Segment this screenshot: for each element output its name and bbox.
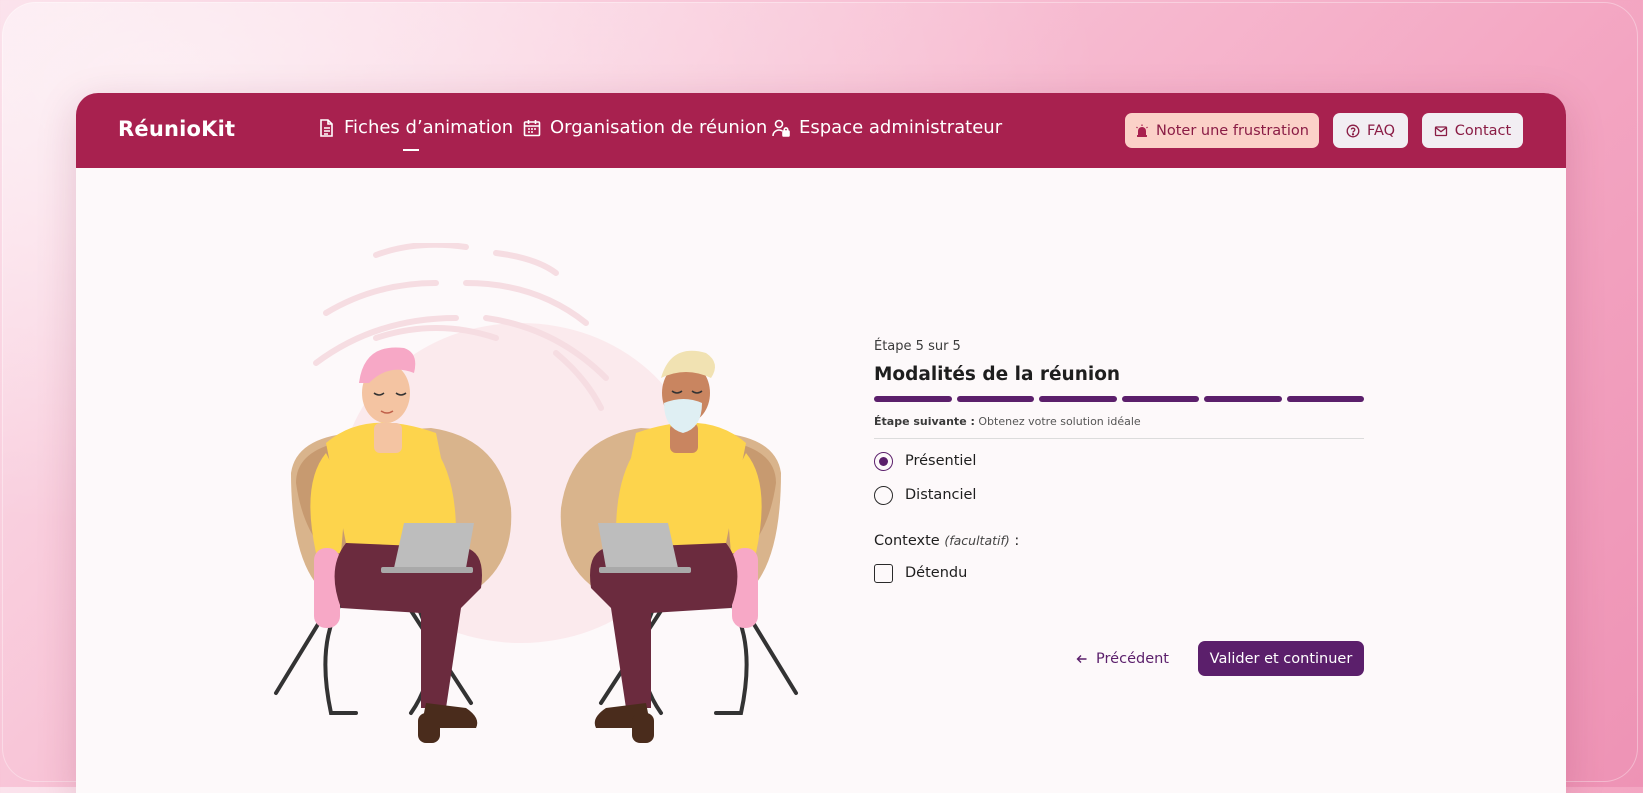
next-step-text: Obtenez votre solution idéale xyxy=(978,415,1141,428)
two-people-with-laptops-illustration xyxy=(274,243,798,743)
document-icon xyxy=(320,118,333,137)
contact-button[interactable]: Contact xyxy=(1422,113,1523,148)
option-label: Distanciel xyxy=(905,487,977,503)
progress-segment xyxy=(874,396,952,402)
step-indicator: Étape 5 sur 5 xyxy=(874,339,961,354)
meeting-form: Étape 5 sur 5 Modalités de la réunion Ét… xyxy=(874,339,1364,676)
nav-link-fiches[interactable]: Fiches d’animation xyxy=(316,117,514,151)
faq-button[interactable]: FAQ xyxy=(1333,113,1408,148)
alarm-icon xyxy=(1136,124,1148,137)
question-circle-icon xyxy=(1346,124,1360,137)
stepper-progress xyxy=(874,396,1364,402)
option-label: Présentiel xyxy=(905,453,977,469)
nav-link-label: Organisation de réunion xyxy=(550,117,768,138)
validate-continue-button[interactable]: Valider et continuer xyxy=(1198,641,1364,676)
radio-presentiel[interactable] xyxy=(874,451,893,471)
progress-segment xyxy=(956,396,1034,402)
app-logo[interactable]: RéunioKit xyxy=(118,117,235,141)
option-detendu[interactable]: Détendu xyxy=(874,561,1364,585)
previous-button[interactable]: Précédent xyxy=(1076,641,1169,677)
progress-segment xyxy=(1121,396,1199,402)
contact-label: Contact xyxy=(1454,122,1512,139)
option-distanciel[interactable]: Distanciel xyxy=(874,483,1364,507)
context-optional: (facultatif) xyxy=(944,533,1010,548)
option-presentiel[interactable]: Présentiel xyxy=(874,449,1364,473)
faq-label: FAQ xyxy=(1366,122,1396,139)
progress-segment xyxy=(1039,396,1117,402)
next-step-hint: Étape suivante : Obtenez votre solution … xyxy=(874,415,1364,428)
note-frustration-button[interactable]: Noter une frustration xyxy=(1125,113,1319,148)
option-label: Détendu xyxy=(905,565,968,581)
context-suffix: : xyxy=(1009,533,1020,549)
calendar-icon xyxy=(523,119,541,136)
nav-link-label: Fiches d’animation xyxy=(344,117,514,138)
nav-link-organisation[interactable]: Organisation de réunion xyxy=(522,117,767,138)
progress-segment xyxy=(1204,396,1282,402)
form-actions: Précédent Valider et continuer xyxy=(874,641,1364,677)
nav-link-admin[interactable]: Espace administrateur xyxy=(771,117,1002,138)
previous-label: Précédent xyxy=(1096,651,1169,667)
arrow-left-icon xyxy=(1076,655,1087,663)
context-label: Contexte xyxy=(874,533,940,549)
active-indicator xyxy=(403,149,419,151)
user-lock-icon xyxy=(772,119,790,137)
context-heading: Contexte (facultatif) : xyxy=(874,533,1364,549)
progress-segment xyxy=(1286,396,1364,402)
mail-icon xyxy=(1434,125,1447,136)
nav-link-label: Espace administrateur xyxy=(799,117,1003,138)
step-title: Modalités de la réunion xyxy=(874,364,1121,385)
note-frustration-label: Noter une frustration xyxy=(1156,122,1309,139)
top-navbar: RéunioKit Fiches d’animation Organisatio… xyxy=(76,93,1566,168)
next-step-prefix: Étape suivante : xyxy=(874,415,975,428)
checkbox-detendu[interactable] xyxy=(874,563,893,583)
app-window: RéunioKit Fiches d’animation Organisatio… xyxy=(76,93,1566,793)
divider xyxy=(874,438,1364,439)
radio-distanciel[interactable] xyxy=(874,485,893,505)
